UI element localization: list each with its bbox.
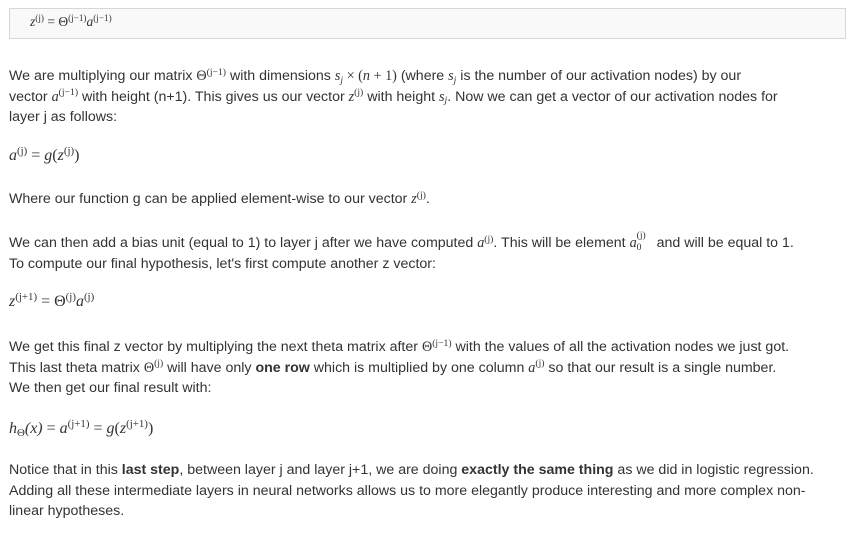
paragraph-bias-unit: We can then add a bias unit (equal to 1)… <box>9 230 794 272</box>
bold-exactly-the-same-thing: exactly the same thing <box>461 462 614 478</box>
equation-z-theta-a: z(j) = Θ(j−1)a(j−1) <box>30 12 112 29</box>
equation-box: z(j) = Θ(j−1)a(j−1) <box>9 8 846 39</box>
bold-one-row: one row <box>255 359 310 376</box>
equation-a-equals-g-z: a(j) = g(z(j)) <box>9 145 80 164</box>
equation-z-next: z(j+1) = Θ(j)a(j) <box>9 291 95 310</box>
paragraph-multiplying-matrix: We are multiplying our matrix Θ(j−1) wit… <box>9 66 778 125</box>
bold-last-step: last step <box>121 462 180 478</box>
paragraph-notice-last-step: Notice that in this last step, between l… <box>9 462 814 519</box>
equation-hypothesis: hΘ(x) = a(j+1) = g(z(j+1)) <box>9 418 154 440</box>
paragraph-function-g: Where our function g can be applied elem… <box>9 189 430 207</box>
paragraph-final-z-vector: We get this final z vector by multiplyin… <box>9 337 790 396</box>
